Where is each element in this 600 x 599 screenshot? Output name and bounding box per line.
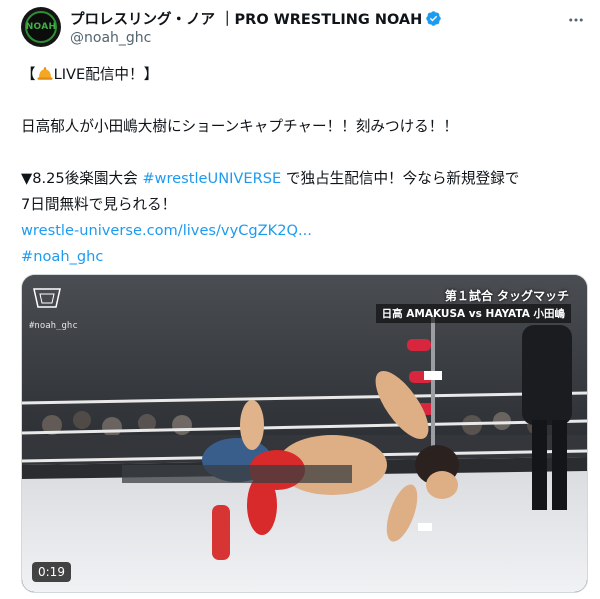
author-name-line[interactable]: プロレスリング・ノア ｜PRO WRESTLING NOAH xyxy=(70,8,442,28)
live-prefix: 【 xyxy=(21,66,36,83)
tweet-line-live: 【 LIVE配信中！】 xyxy=(21,62,586,88)
tweet-text: 【 LIVE配信中！】 日高郁人が小田嶋大樹にショーンキャプチャー！！刻みつける… xyxy=(21,62,586,270)
event-text: ▼8.25後楽園大会 xyxy=(21,170,143,187)
avatar[interactable]: NOAH xyxy=(21,7,61,47)
live-text: LIVE配信中！】 xyxy=(53,66,159,83)
tweet-line-event: ▼8.25後楽園大会 #wrestleUNIVERSE で独占生配信中！今なら新… xyxy=(21,166,586,192)
more-options-icon[interactable] xyxy=(566,10,586,30)
tweet-link[interactable]: wrestle-universe.com/lives/vyCgZK2Q... xyxy=(21,218,586,244)
match-lineup-overlay: 日高 AMAKUSA vs HAYATA 小田嶋 xyxy=(375,304,571,323)
watermark-handle: #noah_ghc xyxy=(29,321,78,331)
bell-icon xyxy=(36,64,54,80)
tweet-line-free: 7日間無料で見られる！ xyxy=(21,196,177,213)
video-duration-badge: 0:19 xyxy=(32,562,71,582)
hashtag-wrestleuniverse[interactable]: #wrestleUNIVERSE xyxy=(142,170,281,187)
avatar-logo-text: NOAH xyxy=(25,22,57,32)
noah-watermark-logo-icon xyxy=(32,287,62,309)
display-name[interactable]: プロレスリング・ノア ｜PRO WRESTLING NOAH xyxy=(70,8,422,29)
verified-badge-icon[interactable] xyxy=(425,10,442,27)
video-player[interactable]: #noah_ghc 第１試合 タッグマッチ 日高 AMAKUSA vs HAYA… xyxy=(21,274,588,593)
match-title-overlay: 第１試合 タッグマッチ xyxy=(444,289,569,303)
noah-logo-icon: NOAH xyxy=(25,11,57,43)
tweet-line-headline: 日高郁人が小田嶋大樹にショーンキャプチャー！！刻みつける！！ xyxy=(21,118,458,135)
author-handle[interactable]: @noah_ghc xyxy=(70,30,151,46)
event-text-post: で独占生配信中！今なら新規登録で xyxy=(281,170,520,187)
hashtag-noah-ghc[interactable]: #noah_ghc xyxy=(21,244,586,270)
